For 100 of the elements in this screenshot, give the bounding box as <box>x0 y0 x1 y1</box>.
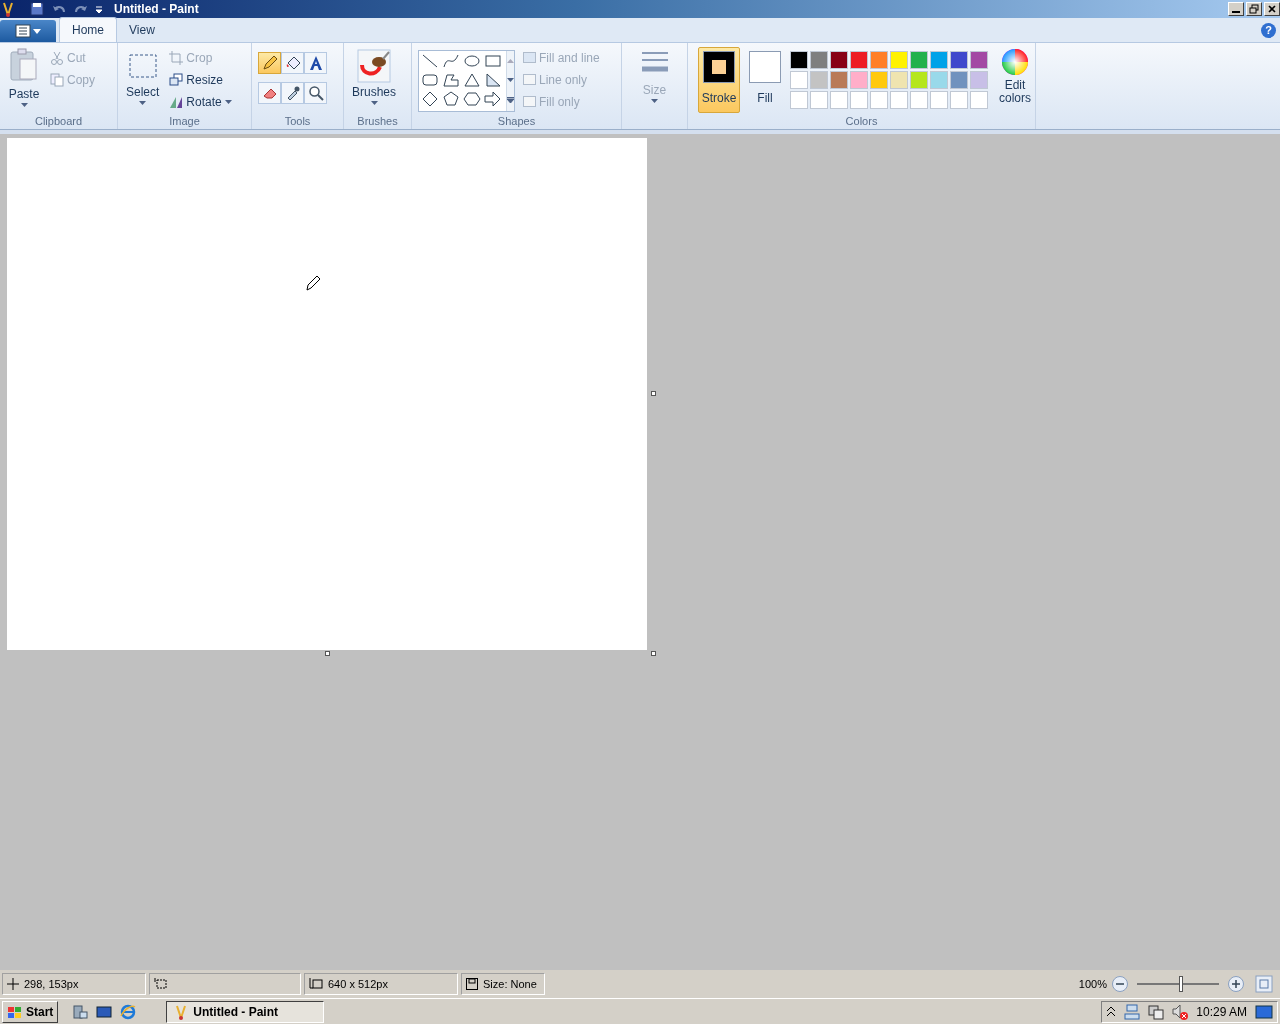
canvas-size-icon <box>309 978 323 990</box>
tool-button[interactable] <box>281 82 304 104</box>
zoom-in-button[interactable] <box>1228 976 1244 992</box>
resize-button[interactable]: Resize <box>167 69 234 91</box>
shapes-gallery[interactable] <box>418 50 515 112</box>
oval-shape-icon[interactable] <box>463 53 481 69</box>
palette-color[interactable] <box>830 51 848 69</box>
muted-speaker-icon[interactable] <box>1172 1003 1189 1020</box>
palette-color[interactable] <box>930 91 948 109</box>
computers-icon[interactable] <box>1148 1003 1165 1020</box>
clock: 10:29 AM <box>1196 1003 1247 1021</box>
pentagon-shape-icon[interactable] <box>442 91 460 107</box>
tool-button[interactable] <box>258 82 281 104</box>
dropdown-arrow-icon <box>33 28 41 34</box>
palette-color[interactable] <box>970 51 988 69</box>
resize-handle[interactable] <box>651 391 656 396</box>
palette-color[interactable] <box>930 71 948 89</box>
palette-color[interactable] <box>850 71 868 89</box>
resize-handle[interactable] <box>325 651 330 656</box>
scroll-down-icon[interactable] <box>507 78 514 82</box>
arrow-shape-icon[interactable] <box>484 91 502 107</box>
tool-button[interactable] <box>281 52 304 74</box>
fill-button[interactable]: Fill <box>744 47 786 113</box>
line-shape-icon[interactable] <box>421 53 439 69</box>
application-menu-button[interactable] <box>0 20 56 42</box>
save-icon[interactable] <box>30 2 44 16</box>
triangle-shape-icon[interactable] <box>463 72 481 88</box>
right-triangle-shape-icon[interactable] <box>484 72 502 88</box>
tool-button[interactable] <box>304 82 327 104</box>
paint-app-icon <box>0 1 16 17</box>
palette-color[interactable] <box>970 71 988 89</box>
paste-button[interactable]: Paste <box>6 47 42 113</box>
palette-color[interactable] <box>810 71 828 89</box>
show-hidden-icons-icon[interactable] <box>1106 1005 1117 1018</box>
palette-color[interactable] <box>870 91 888 109</box>
group-label: Image <box>168 114 201 129</box>
palette-color[interactable] <box>830 71 848 89</box>
expand-gallery-icon[interactable] <box>507 97 514 104</box>
diamond-shape-icon[interactable] <box>421 91 439 107</box>
taskbar-window-button[interactable]: Untitled - Paint <box>166 1000 325 1023</box>
zoom-slider-thumb[interactable] <box>1179 976 1184 992</box>
palette-color[interactable] <box>790 71 808 89</box>
palette-color[interactable] <box>790 91 808 109</box>
palette-color[interactable] <box>950 91 968 109</box>
ribbon-tab[interactable]: Home <box>59 17 117 42</box>
group-label: Tools <box>283 114 312 129</box>
restore-button[interactable] <box>1246 2 1262 16</box>
palette-color[interactable] <box>930 51 948 69</box>
show-desktop-icon[interactable] <box>1255 1003 1273 1020</box>
start-button[interactable]: Start <box>2 1000 59 1023</box>
minimize-icon <box>1232 11 1240 13</box>
magnifier-icon <box>307 85 324 101</box>
hexagon-shape-icon[interactable] <box>463 91 481 107</box>
plus-icon <box>1232 980 1240 988</box>
resize-handle[interactable] <box>651 651 656 656</box>
palette-color[interactable] <box>890 71 908 89</box>
stroke-button[interactable]: Stroke <box>698 47 740 113</box>
palette-color[interactable] <box>890 51 908 69</box>
palette-color[interactable] <box>950 51 968 69</box>
tool-button[interactable] <box>258 52 281 74</box>
desktop-icon[interactable] <box>96 1003 113 1020</box>
rounded-rectangle-shape-icon[interactable] <box>421 72 439 88</box>
brushes-button[interactable]: Brushes <box>350 47 399 113</box>
pencil-cursor-icon <box>305 274 323 292</box>
rotate-icon <box>169 95 184 109</box>
dropdown-arrow-icon <box>224 100 232 104</box>
group-label: Brushes <box>356 114 399 129</box>
palette-color[interactable] <box>790 51 808 69</box>
palette-color[interactable] <box>870 71 888 89</box>
curve-shape-icon[interactable] <box>442 53 460 69</box>
select-button[interactable]: Select <box>124 47 162 113</box>
palette-color[interactable] <box>870 51 888 69</box>
palette-color[interactable] <box>950 71 968 89</box>
tool-button[interactable] <box>304 52 327 74</box>
palette-color[interactable] <box>810 51 828 69</box>
palette-color[interactable] <box>910 71 928 89</box>
palette-color[interactable] <box>830 91 848 109</box>
minimize-button[interactable] <box>1228 2 1244 16</box>
network-icon[interactable] <box>1124 1003 1141 1020</box>
help-button[interactable]: ? <box>1261 23 1276 38</box>
palette-color[interactable] <box>890 91 908 109</box>
edit-colors-button[interactable]: Edit colors <box>992 47 1038 113</box>
palette-color[interactable] <box>850 91 868 109</box>
brush-icon <box>357 47 391 83</box>
close-button[interactable] <box>1264 2 1280 16</box>
palette-color[interactable] <box>970 91 988 109</box>
fill-style-icon <box>523 96 536 108</box>
dropdown-arrow-icon <box>370 101 378 105</box>
zoom-level-text: 100% <box>1078 976 1107 992</box>
palette-color[interactable] <box>850 51 868 69</box>
rotate-button[interactable]: Rotate <box>167 91 234 113</box>
dropdown-arrow-icon <box>139 101 147 105</box>
polygon-shape-icon[interactable] <box>442 72 460 88</box>
zoom-out-button[interactable] <box>1112 976 1128 992</box>
palette-color[interactable] <box>910 51 928 69</box>
ribbon-tab[interactable]: View <box>117 18 167 42</box>
customize-dropdown-icon[interactable] <box>94 4 104 14</box>
palette-color[interactable] <box>910 91 928 109</box>
clipboard-icon <box>8 47 40 83</box>
palette-color[interactable] <box>810 91 828 109</box>
